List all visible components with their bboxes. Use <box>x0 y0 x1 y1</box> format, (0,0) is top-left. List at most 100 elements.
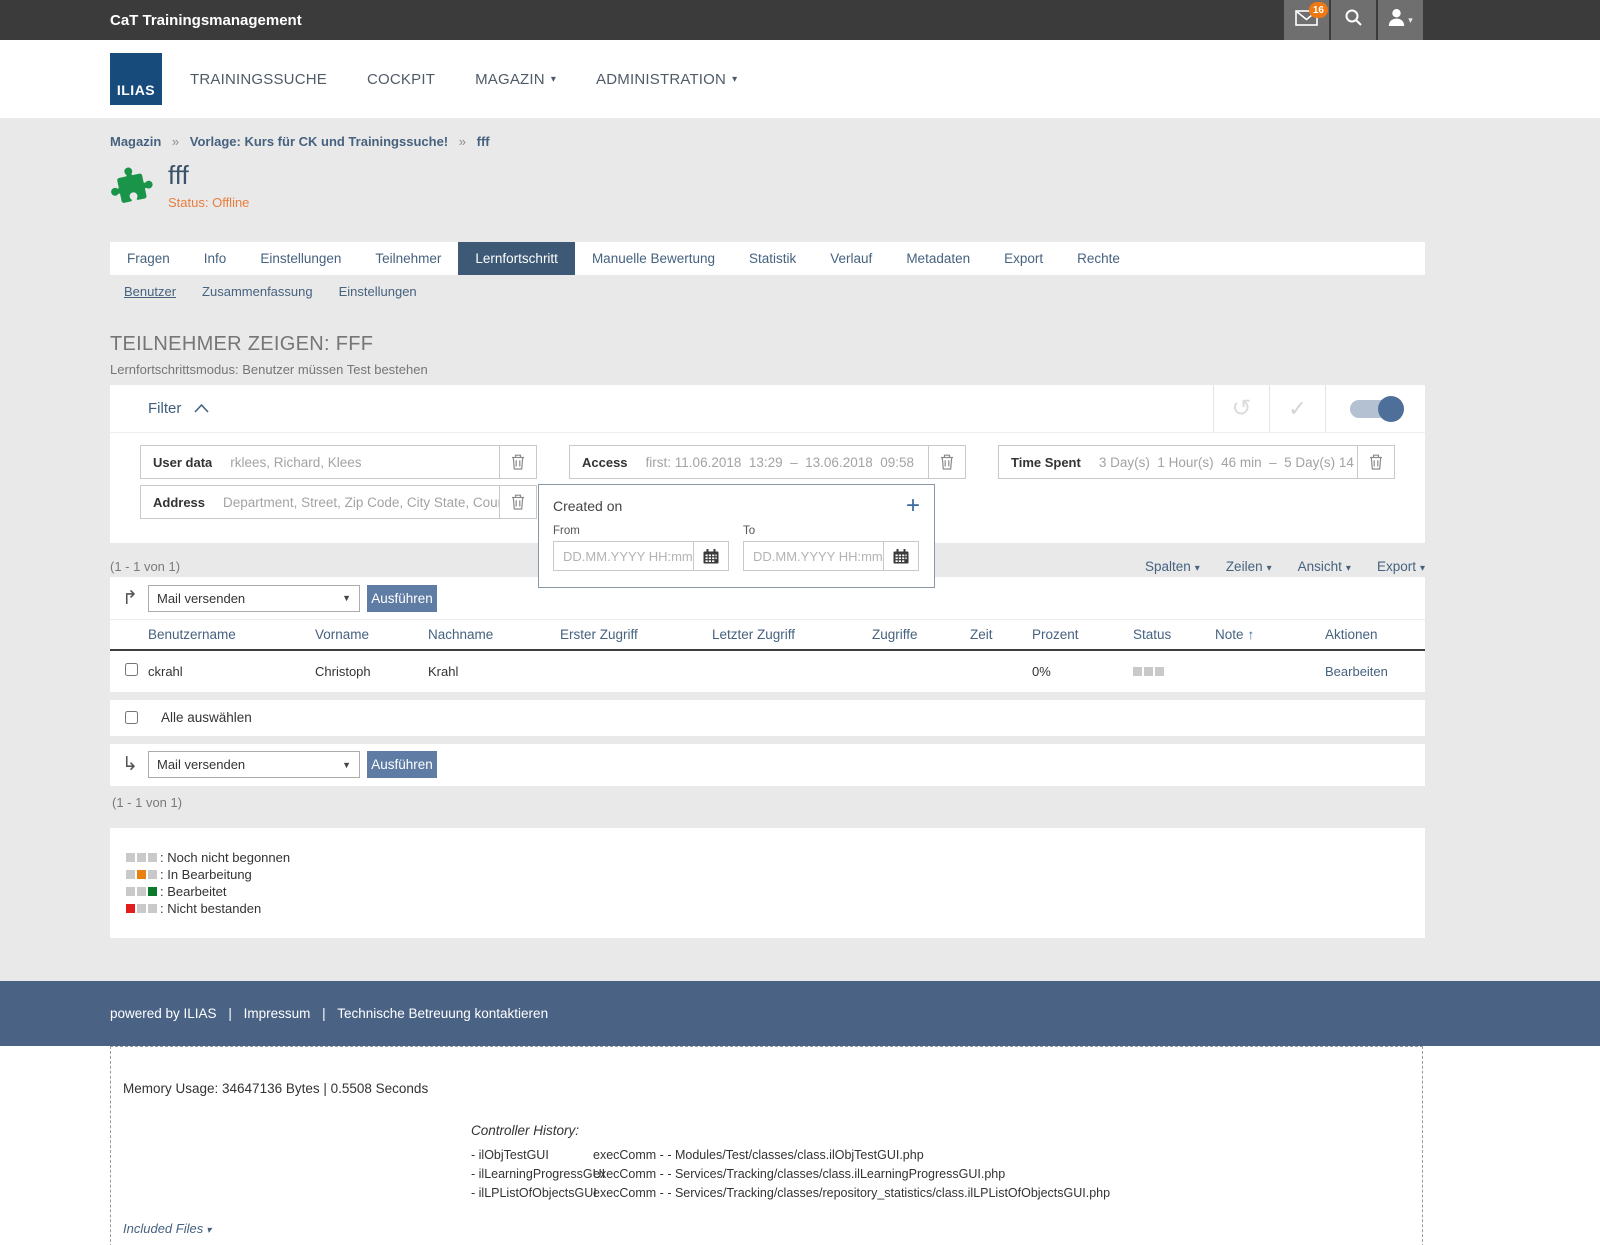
tab-statistik[interactable]: Statistik <box>732 242 813 275</box>
subtab-zusammenfassung[interactable]: Zusammenfassung <box>202 284 313 307</box>
tab-manuelle-bewertung[interactable]: Manuelle Bewertung <box>575 242 732 275</box>
nav-item-trainingssuche[interactable]: TRAININGSSUCHE <box>190 71 327 88</box>
col-status[interactable]: Status <box>1133 620 1215 650</box>
date-from-input[interactable] <box>553 541 693 571</box>
date-to-input[interactable] <box>743 541 883 571</box>
remove-filter-button[interactable] <box>928 446 965 478</box>
impressum-link[interactable]: Impressum <box>244 1006 311 1021</box>
breadcrumb-item[interactable]: Magazin <box>110 134 161 149</box>
tab-info[interactable]: Info <box>187 242 244 275</box>
result-range-bottom: (1 - 1 von 1) <box>110 786 1425 818</box>
status-square <box>1133 667 1142 676</box>
section-subtitle: Lernfortschrittsmodus: Benutzer müssen T… <box>110 362 1425 377</box>
subtab-benutzer[interactable]: Benutzer <box>124 284 176 307</box>
filter-apply-button[interactable]: ✓ <box>1269 385 1325 433</box>
tab-fragen[interactable]: Fragen <box>110 242 187 275</box>
legend-square <box>137 887 146 896</box>
chevron-up-icon[interactable] <box>193 403 210 414</box>
trash-icon <box>940 454 954 470</box>
status-square <box>1144 667 1153 676</box>
filter-toggle[interactable] <box>1350 400 1402 418</box>
col-prozent[interactable]: Prozent <box>1032 620 1133 650</box>
history-row: - ilLPListOfObjectsGUIexecComm - - Servi… <box>471 1184 1110 1203</box>
calendar-icon <box>893 549 909 564</box>
filter-field-address: Address <box>140 485 537 519</box>
created-on-popup: Created on + From <box>538 484 935 588</box>
col-benutzername[interactable]: Benutzername <box>148 620 315 650</box>
legend-item: : Bearbeitet <box>126 883 1409 900</box>
menu-ansicht[interactable]: Ansicht▾ <box>1298 559 1351 574</box>
row-checkbox[interactable] <box>125 663 138 676</box>
support-link[interactable]: Technische Betreuung kontaktieren <box>337 1006 548 1021</box>
filter-toggle-cell <box>1325 385 1425 433</box>
breadcrumb-separator: » <box>172 134 179 149</box>
menu-export[interactable]: Export▾ <box>1377 559 1425 574</box>
legend-square <box>137 853 146 862</box>
nav-item-cockpit[interactable]: COCKPIT <box>367 71 435 88</box>
col-nachname[interactable]: Nachname <box>428 620 560 650</box>
table-view-menus: Spalten▾ Zeilen▾ Ansicht▾ Export▾ <box>1145 559 1425 574</box>
remove-filter-button[interactable] <box>499 446 536 478</box>
user-menu-button[interactable]: ▾ <box>1378 0 1423 40</box>
mail-button[interactable]: 16 <box>1284 0 1329 40</box>
tab-metadaten[interactable]: Metadaten <box>889 242 987 275</box>
legend-item: : Nicht bestanden <box>126 900 1409 917</box>
participants-table-panel: ↱ Mail versenden ▼ Ausführen Benutzernam… <box>110 577 1425 692</box>
time-spent-input[interactable] <box>1081 455 1357 470</box>
plus-icon[interactable]: + <box>906 497 920 515</box>
chevron-down-icon: ▾ <box>1420 563 1425 574</box>
tab-export[interactable]: Export <box>987 242 1060 275</box>
menu-spalten[interactable]: Spalten▾ <box>1145 559 1200 574</box>
user-icon <box>1388 8 1406 32</box>
col-note[interactable]: Note↑ <box>1215 620 1325 650</box>
col-letzter-zugriff[interactable]: Letzter Zugriff <box>712 620 872 650</box>
execute-button[interactable]: Ausführen <box>367 751 437 778</box>
participants-table: Benutzername Vorname Nachname Erster Zug… <box>110 619 1425 692</box>
remove-filter-button[interactable] <box>499 486 536 518</box>
legend-square <box>126 904 135 913</box>
chevron-down-icon: ▾ <box>551 74 556 85</box>
filter-reset-button[interactable]: ↺ <box>1213 385 1269 433</box>
col-zeit[interactable]: Zeit <box>970 620 1032 650</box>
col-vorname[interactable]: Vorname <box>315 620 428 650</box>
bulk-action-select[interactable]: Mail versenden ▼ <box>148 751 360 778</box>
bulk-action-select[interactable]: Mail versenden ▼ <box>148 585 360 612</box>
access-input[interactable] <box>628 455 928 470</box>
search-button[interactable] <box>1331 0 1376 40</box>
col-checkbox <box>110 620 148 650</box>
edit-link[interactable]: Bearbeiten <box>1325 664 1388 679</box>
cell-actions: Bearbeiten <box>1325 650 1425 692</box>
breadcrumb-item[interactable]: fff <box>477 134 490 149</box>
select-all-label[interactable]: Alle auswählen <box>161 710 252 725</box>
breadcrumb-item[interactable]: Vorlage: Kurs für CK und Trainingssuche! <box>190 134 448 149</box>
tab-einstellungen[interactable]: Einstellungen <box>243 242 358 275</box>
col-erster-zugriff[interactable]: Erster Zugriff <box>560 620 712 650</box>
history-row: - ilObjTestGUIexecComm - - Modules/Test/… <box>471 1146 1110 1165</box>
user-data-input[interactable] <box>212 455 499 470</box>
table-header-row: Benutzername Vorname Nachname Erster Zug… <box>110 620 1425 650</box>
legend-square <box>148 853 157 862</box>
tab-verlauf[interactable]: Verlauf <box>813 242 889 275</box>
tab-teilnehmer[interactable]: Teilnehmer <box>358 242 458 275</box>
sort-asc-icon: ↑ <box>1248 627 1255 642</box>
execute-button[interactable]: Ausführen <box>367 585 437 612</box>
select-all-checkbox[interactable] <box>125 711 138 724</box>
address-input[interactable] <box>205 495 499 510</box>
tab-lernfortschritt[interactable]: Lernfortschritt <box>458 242 575 275</box>
col-zugriffe[interactable]: Zugriffe <box>872 620 970 650</box>
menu-zeilen[interactable]: Zeilen▾ <box>1226 559 1272 574</box>
check-icon: ✓ <box>1288 396 1306 422</box>
calendar-button[interactable] <box>693 541 729 571</box>
memory-usage: Memory Usage: 34647136 Bytes | 0.5508 Se… <box>123 1081 428 1096</box>
nav-item-administration[interactable]: ADMINISTRATION▾ <box>596 71 737 88</box>
status-legend: : Noch nicht begonnen : In Bearbeitung :… <box>110 828 1425 938</box>
tab-rechte[interactable]: Rechte <box>1060 242 1137 275</box>
section-title: TEILNEHMER ZEIGEN: FFF <box>110 333 1425 356</box>
nav-item-magazin[interactable]: MAGAZIN▾ <box>475 71 556 88</box>
calendar-button[interactable] <box>883 541 919 571</box>
remove-filter-button[interactable] <box>1357 446 1394 478</box>
filter-title[interactable]: Filter <box>148 400 181 417</box>
ilias-logo[interactable]: ILIAS <box>110 53 162 105</box>
included-files-link[interactable]: Included Files▾ <box>123 1221 211 1236</box>
subtab-einstellungen[interactable]: Einstellungen <box>339 284 417 307</box>
